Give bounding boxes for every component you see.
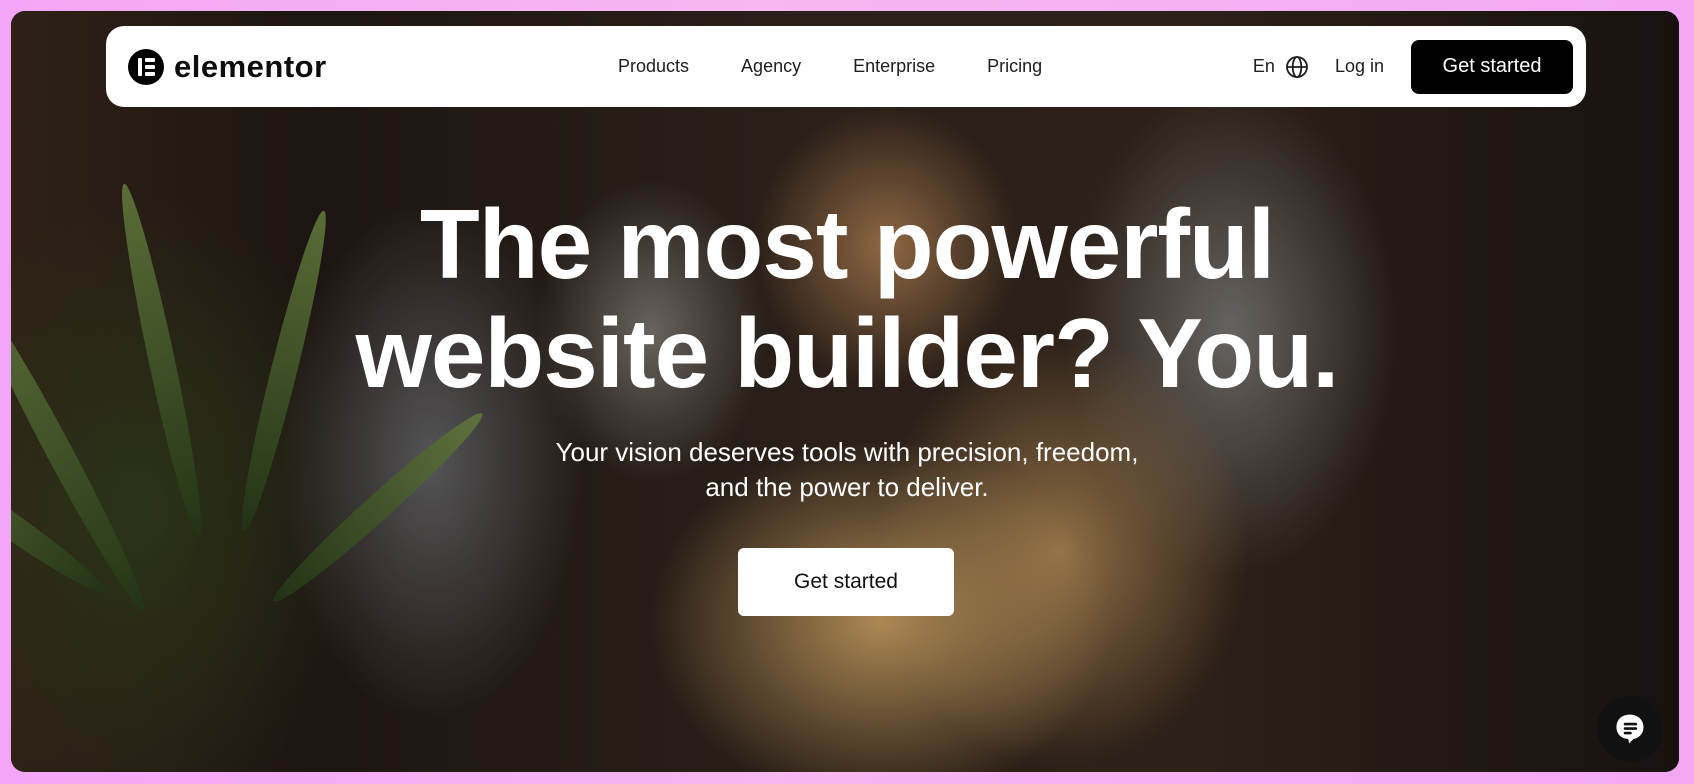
nav-pricing[interactable]: Pricing xyxy=(987,56,1042,77)
header-actions: En Log in Get started xyxy=(1253,39,1573,94)
hero-title: The most powerful website builder? You. xyxy=(0,190,1694,408)
top-navbar: elementor Products Agency Enterprise Pri… xyxy=(106,26,1586,107)
elementor-logo-icon xyxy=(128,49,164,85)
header-get-started-button[interactable]: Get started xyxy=(1411,39,1573,94)
brand-logo[interactable]: elementor xyxy=(128,47,327,87)
hero-get-started-button[interactable]: Get started xyxy=(738,548,954,616)
hero-title-line-1: The most powerful xyxy=(419,189,1275,299)
main-nav: Products Agency Enterprise Pricing xyxy=(618,26,1042,107)
hero-subtitle-line-1: Your vision deserves tools with precisio… xyxy=(555,437,1139,467)
nav-agency[interactable]: Agency xyxy=(741,56,801,77)
chat-launcher-button[interactable] xyxy=(1597,696,1663,762)
chat-icon xyxy=(1616,714,1644,744)
hero-title-line-2: website builder? You. xyxy=(355,298,1340,408)
hero-subtitle-line-2: and the power to deliver. xyxy=(705,472,989,502)
globe-icon xyxy=(1286,55,1308,78)
nav-enterprise[interactable]: Enterprise xyxy=(853,56,935,77)
login-link[interactable]: Log in xyxy=(1335,56,1384,77)
nav-products[interactable]: Products xyxy=(618,56,689,77)
language-label: En xyxy=(1252,56,1275,76)
language-selector[interactable]: En xyxy=(1253,55,1309,79)
brand-name: elementor xyxy=(174,49,327,84)
hero-subtitle: Your vision deserves tools with precisio… xyxy=(0,435,1694,505)
